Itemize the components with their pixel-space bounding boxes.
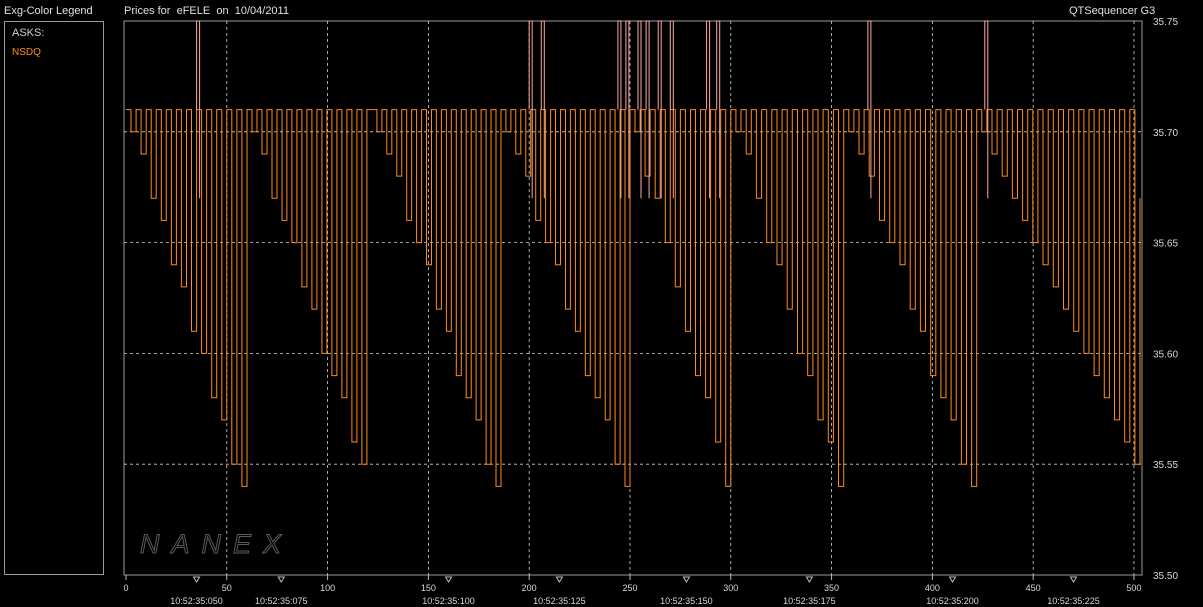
nanex-watermark: NANEX	[140, 529, 293, 559]
time-marker	[555, 576, 564, 583]
time-marker	[805, 576, 814, 583]
time-label: 10:52:35:200	[926, 596, 979, 606]
time-marker	[192, 576, 201, 583]
x-axis: 0 50 100 150 200 250 300 350 400 450 500 10:52:35:0…	[123, 575, 1141, 606]
x-tick-label: 450	[1026, 583, 1041, 593]
x-tick-label: 150	[421, 583, 436, 593]
time-label: 10:52:35:225	[1047, 596, 1100, 606]
x-tick-label: 50	[222, 583, 232, 593]
time-label: 10:52:35:075	[255, 596, 308, 606]
y-tick-label: 35.50	[1153, 571, 1178, 582]
time-label: 10:52:35:125	[533, 596, 586, 606]
y-tick-label: 35.55	[1153, 460, 1178, 471]
time-marker	[277, 576, 286, 583]
time-label: 10:52:35:100	[422, 596, 475, 606]
y-axis: 35.75 35.70 35.65 35.60 35.55 35.50	[1153, 17, 1178, 582]
plot-frame	[123, 20, 1143, 576]
x-tick-label: 0	[123, 583, 128, 593]
y-tick-label: 35.75	[1153, 17, 1178, 28]
x-tick-label: 500	[1126, 583, 1141, 593]
time-marker	[948, 576, 957, 583]
time-marker	[1069, 576, 1078, 583]
time-label: 10:52:35:175	[783, 596, 836, 606]
time-label: 10:52:35:050	[170, 596, 223, 606]
y-tick-label: 35.70	[1153, 128, 1178, 139]
time-label: 10:52:35:150	[660, 596, 713, 606]
time-marker	[682, 576, 691, 583]
x-tick-label: 250	[622, 583, 637, 593]
x-tick-label: 400	[925, 583, 940, 593]
x-tick-label: 200	[522, 583, 537, 593]
price-chart: NANEX 35.75 35.70 35.65 35.60 35.55 35.50 0 50…	[123, 17, 1178, 606]
x-tick-label: 300	[723, 583, 738, 593]
y-tick-label: 35.65	[1153, 239, 1178, 250]
y-tick-label: 35.60	[1153, 349, 1178, 360]
x-tick-label: 350	[824, 583, 839, 593]
x-tick-label: 100	[320, 583, 335, 593]
app-window: Exg-Color Legend Prices for eFELE on 10/…	[0, 0, 1203, 607]
time-marker	[444, 576, 453, 583]
